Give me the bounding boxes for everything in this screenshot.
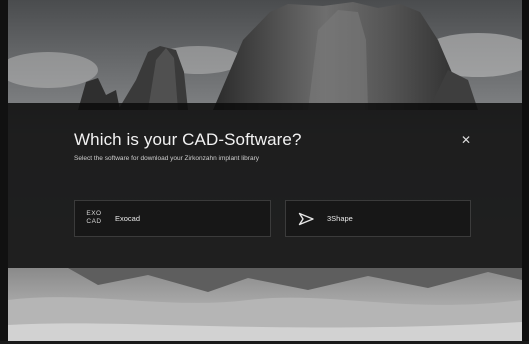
3shape-option-button[interactable]: 3Shape xyxy=(285,200,471,237)
exocad-logo-icon: EXO CAD xyxy=(86,210,102,225)
exocad-option-label: Exocad xyxy=(115,214,141,223)
cad-software-modal: Which is your CAD-Software? Select the s… xyxy=(8,103,522,268)
close-icon: ✕ xyxy=(460,133,472,147)
right-edge xyxy=(522,0,529,344)
close-button[interactable]: ✕ xyxy=(459,133,473,147)
exocad-option-button[interactable]: EXO CAD Exocad xyxy=(74,200,271,237)
left-edge xyxy=(0,0,8,344)
modal-subtitle: Select the software for download your Zi… xyxy=(74,155,259,162)
3shape-logo-icon xyxy=(298,212,314,226)
3shape-option-label: 3Shape xyxy=(327,214,353,223)
modal-title: Which is your CAD-Software? xyxy=(74,130,302,149)
page: Which is your CAD-Software? Select the s… xyxy=(0,0,529,344)
